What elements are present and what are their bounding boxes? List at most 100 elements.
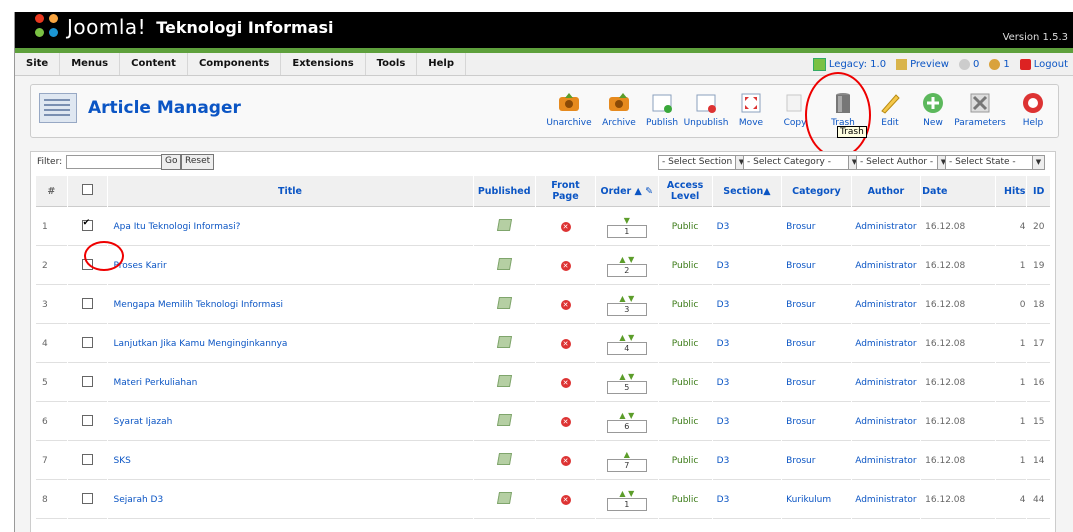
move-down-icon[interactable]: ▼ bbox=[628, 333, 634, 342]
row-checkbox[interactable] bbox=[81, 492, 93, 504]
check-all-checkbox[interactable] bbox=[81, 184, 93, 195]
row-checkbox[interactable] bbox=[81, 375, 93, 387]
category-link[interactable]: Brosur bbox=[782, 286, 851, 324]
published-check-icon[interactable] bbox=[496, 219, 512, 231]
article-title-link[interactable]: Materi Perkuliahan bbox=[114, 378, 198, 388]
row-select[interactable] bbox=[67, 481, 107, 519]
frontpage-no-icon[interactable]: ✕ bbox=[560, 416, 571, 427]
row-select[interactable] bbox=[67, 364, 107, 402]
author-link[interactable]: Administrator bbox=[851, 208, 921, 246]
category-link[interactable]: Brosur bbox=[782, 364, 851, 402]
move-up-icon[interactable]: ▲ bbox=[619, 411, 625, 420]
row-checkbox[interactable] bbox=[81, 453, 93, 465]
order-input[interactable]: 4 bbox=[606, 341, 647, 355]
archive-button[interactable]: Archive bbox=[596, 91, 642, 128]
access-level[interactable]: Public bbox=[658, 208, 712, 246]
published-check-icon[interactable] bbox=[496, 297, 512, 309]
published-check-icon[interactable] bbox=[496, 492, 512, 504]
new-button[interactable]: New bbox=[910, 91, 956, 128]
col-checkall[interactable] bbox=[67, 176, 107, 207]
order-input[interactable]: 1 bbox=[606, 224, 647, 238]
row-checkbox[interactable] bbox=[81, 218, 93, 231]
help-button[interactable]: Help bbox=[1013, 91, 1053, 128]
row-select[interactable] bbox=[67, 325, 107, 363]
published-check-icon[interactable] bbox=[496, 375, 512, 387]
menu-tools[interactable]: Tools bbox=[366, 53, 418, 75]
order-input[interactable]: 7 bbox=[606, 458, 647, 472]
row-checkbox[interactable] bbox=[81, 297, 93, 309]
menu-help[interactable]: Help bbox=[417, 53, 467, 75]
access-level[interactable]: Public bbox=[658, 442, 712, 480]
section-link[interactable]: D3 bbox=[712, 286, 782, 324]
category-select[interactable]: - Select Category - ▼ bbox=[743, 155, 861, 170]
access-level[interactable]: Public bbox=[658, 403, 712, 441]
published-check-icon[interactable] bbox=[496, 414, 512, 426]
article-title-link[interactable]: Mengapa Memilih Teknologi Informasi bbox=[114, 300, 284, 310]
frontpage-no-icon[interactable]: ✕ bbox=[560, 455, 571, 466]
col-hits[interactable]: Hits bbox=[995, 176, 1027, 207]
col-id[interactable]: ID bbox=[1027, 176, 1050, 207]
save-order-icon[interactable]: ✎ bbox=[645, 186, 653, 197]
article-title-link[interactable]: SKS bbox=[114, 456, 131, 466]
frontpage-no-icon[interactable]: ✕ bbox=[560, 221, 571, 232]
move-down-icon[interactable]: ▼ bbox=[628, 372, 634, 381]
category-link[interactable]: Brosur bbox=[782, 247, 851, 285]
messages-count[interactable]: 0 bbox=[959, 58, 979, 70]
published-check-icon[interactable] bbox=[496, 336, 512, 348]
filter-input[interactable] bbox=[66, 155, 162, 169]
frontpage-no-icon[interactable]: ✕ bbox=[560, 338, 571, 349]
row-checkbox[interactable] bbox=[81, 414, 93, 426]
row-checkbox[interactable] bbox=[81, 336, 93, 348]
unarchive-button[interactable]: Unarchive bbox=[546, 91, 592, 128]
section-link[interactable]: D3 bbox=[712, 403, 782, 441]
reset-button[interactable]: Reset bbox=[181, 154, 215, 170]
article-title-link[interactable]: Apa Itu Teknologi Informasi? bbox=[114, 222, 241, 232]
access-level[interactable]: Public bbox=[658, 481, 712, 519]
move-button[interactable]: Move bbox=[728, 91, 774, 128]
frontpage-no-icon[interactable]: ✕ bbox=[560, 260, 571, 271]
author-link[interactable]: Administrator bbox=[851, 247, 921, 285]
frontpage-no-icon[interactable]: ✕ bbox=[560, 299, 571, 310]
article-title-link[interactable]: Sejarah D3 bbox=[114, 495, 164, 505]
col-section[interactable]: Section▲ bbox=[712, 176, 782, 207]
article-title-link[interactable]: Lanjutkan Jika Kamu Menginginkannya bbox=[114, 339, 288, 349]
order-input[interactable]: 6 bbox=[606, 419, 647, 433]
move-down-icon[interactable]: ▼ bbox=[628, 255, 634, 264]
section-link[interactable]: D3 bbox=[712, 247, 782, 285]
col-title[interactable]: Title bbox=[107, 176, 473, 207]
category-link[interactable]: Brosur bbox=[782, 403, 851, 441]
order-input[interactable]: 2 bbox=[606, 263, 647, 277]
access-level[interactable]: Public bbox=[658, 364, 712, 402]
col-frontpage[interactable]: Front Page bbox=[535, 176, 596, 207]
published-check-icon[interactable] bbox=[496, 453, 512, 465]
access-level[interactable]: Public bbox=[658, 286, 712, 324]
author-select[interactable]: - Select Author - ▼ bbox=[856, 155, 950, 170]
section-link[interactable]: D3 bbox=[712, 481, 782, 519]
col-date[interactable]: Date bbox=[921, 176, 995, 207]
access-level[interactable]: Public bbox=[658, 247, 712, 285]
frontpage-no-icon[interactable]: ✕ bbox=[560, 377, 571, 388]
author-link[interactable]: Administrator bbox=[851, 442, 921, 480]
article-title-link[interactable]: Syarat Ijazah bbox=[114, 417, 173, 427]
legacy-status[interactable]: Legacy: 1.0 bbox=[812, 57, 886, 71]
author-link[interactable]: Administrator bbox=[851, 481, 921, 519]
access-level[interactable]: Public bbox=[658, 325, 712, 363]
col-author[interactable]: Author bbox=[851, 176, 921, 207]
author-link[interactable]: Administrator bbox=[851, 325, 921, 363]
menu-menus[interactable]: Menus bbox=[60, 53, 121, 75]
preview-link[interactable]: Preview bbox=[896, 58, 949, 70]
menu-extensions[interactable]: Extensions bbox=[281, 53, 366, 75]
author-link[interactable]: Administrator bbox=[851, 286, 921, 324]
section-link[interactable]: D3 bbox=[712, 442, 782, 480]
category-link[interactable]: Brosur bbox=[782, 325, 851, 363]
move-down-icon[interactable]: ▼ bbox=[628, 294, 634, 303]
order-input[interactable]: 5 bbox=[606, 380, 647, 394]
move-up-icon[interactable]: ▲ bbox=[619, 255, 625, 264]
state-select[interactable]: - Select State - ▼ bbox=[945, 155, 1045, 170]
col-category[interactable]: Category bbox=[782, 176, 851, 207]
move-up-icon[interactable]: ▲ bbox=[624, 450, 630, 459]
category-link[interactable]: Brosur bbox=[782, 208, 851, 246]
row-select[interactable] bbox=[67, 286, 107, 324]
col-order[interactable]: Order ▲ ✎ bbox=[596, 176, 658, 207]
move-down-icon[interactable]: ▼ bbox=[628, 489, 634, 498]
